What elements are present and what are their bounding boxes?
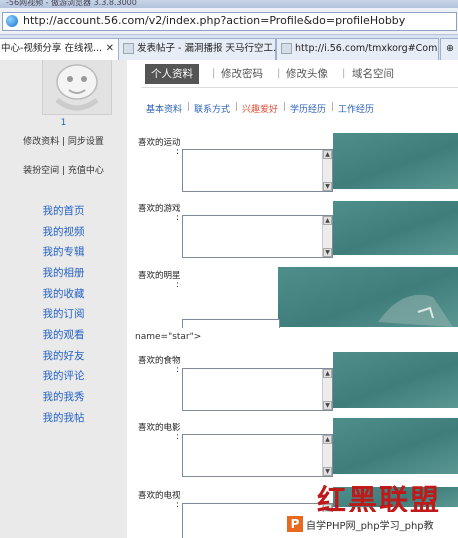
scrollbar[interactable]: ▲ ▼ xyxy=(322,216,332,257)
url-input[interactable]: http://account.56.com/v2/index.php?actio… xyxy=(2,12,457,31)
food-textarea[interactable]: ▲ ▼ xyxy=(182,368,333,411)
sidebar-item-albums[interactable]: 我的专辑 xyxy=(0,244,127,259)
field-colon: : xyxy=(176,213,180,223)
subtab-hobbies[interactable]: 兴趣爱好 xyxy=(242,102,278,115)
sidebar-item-friends[interactable]: 我的好友 xyxy=(0,348,127,363)
tab-label: 中心-视频分享 在线视... xyxy=(1,43,103,54)
sidebar-links-row1[interactable]: 修改资料 | 同步设置 xyxy=(0,135,127,149)
scroll-up-icon[interactable]: ▲ xyxy=(323,150,332,159)
tab-password[interactable]: 修改密码 xyxy=(221,64,263,84)
sidebar-item-subscriptions[interactable]: 我的订阅 xyxy=(0,306,127,321)
new-tab-icon: ⊕ xyxy=(446,43,454,54)
sports-textarea[interactable]: ▲ ▼ xyxy=(182,149,333,192)
field-label-games: 喜欢的游戏 xyxy=(138,204,181,214)
page-icon xyxy=(123,43,134,54)
broken-image-overlay xyxy=(278,267,458,327)
subtab-separator: | xyxy=(331,102,335,112)
sidebar-item-comments[interactable]: 我的评论 xyxy=(0,368,127,383)
browser-tab[interactable]: http://i.56.com/tmxkorg#Commen... xyxy=(276,38,439,60)
image-detail-icon xyxy=(378,294,453,327)
sidebar-links-row2[interactable]: 装扮空间 | 充值中心 xyxy=(0,164,127,178)
image-overlay xyxy=(333,418,458,474)
scroll-down-icon[interactable]: ▼ xyxy=(323,248,332,257)
games-textarea[interactable]: ▲ ▼ xyxy=(182,215,333,258)
image-overlay xyxy=(333,133,458,189)
scrollbar[interactable]: ▲ ▼ xyxy=(322,369,332,410)
avatar[interactable] xyxy=(42,60,112,115)
scroll-up-icon[interactable]: ▲ xyxy=(323,369,332,378)
field-label-stars: 喜欢的明星 xyxy=(138,271,181,281)
sidebar: 1 修改资料 | 同步设置 装扮空间 | 充值中心 我的首页 我的视频 我的专辑… xyxy=(0,60,127,538)
new-tab-button[interactable]: ⊕ xyxy=(440,38,458,60)
tab-label: http://i.56.com/tmxkorg#Commen... xyxy=(295,43,438,54)
url-text[interactable]: http://account.56.com/v2/index.php?actio… xyxy=(23,14,405,27)
scroll-down-icon[interactable]: ▼ xyxy=(323,467,332,476)
browser-tab[interactable]: 发表帖子 - 漏洞播报 天马行空工... xyxy=(118,38,276,60)
window-titlebar: -56网视频 - 傲游浏览器 3.3.8.3000 xyxy=(0,0,458,8)
subtab-separator: | xyxy=(187,102,191,112)
scroll-down-icon[interactable]: ▼ xyxy=(323,401,332,410)
sidebar-item-favorites[interactable]: 我的收藏 xyxy=(0,286,127,301)
tab-label: 发表帖子 - 漏洞播报 天马行空工... xyxy=(137,43,276,54)
tab-separator: | xyxy=(277,68,281,79)
page-icon xyxy=(281,43,292,54)
subtab-separator: | xyxy=(283,102,287,112)
field-label-sports: 喜欢的运动 xyxy=(138,138,181,148)
scroll-down-icon[interactable]: ▼ xyxy=(323,182,332,191)
field-colon: : xyxy=(176,432,180,442)
avatar-face-icon xyxy=(55,64,99,111)
field-label-tv: 喜欢的电视 xyxy=(138,491,181,501)
field-label-food: 喜欢的食物 xyxy=(138,356,181,366)
sidebar-item-watched[interactable]: 我的观看 xyxy=(0,327,127,342)
subtab-work[interactable]: 工作经历 xyxy=(338,102,374,115)
sidebar-item-posts[interactable]: 我的我帖 xyxy=(0,410,127,425)
tab-domain[interactable]: 域名空间 xyxy=(352,64,394,84)
scrollbar[interactable]: ▲ ▼ xyxy=(322,435,332,476)
watermark-text: 自学PHP网_php学习_php教 xyxy=(306,521,434,532)
address-bar: http://account.56.com/v2/index.php?actio… xyxy=(0,8,458,35)
php-logo-icon: P xyxy=(287,516,303,532)
image-overlay xyxy=(333,352,458,408)
tab-profile[interactable]: 个人资料 xyxy=(145,64,199,84)
leaked-html-text: name="star"> xyxy=(135,332,202,342)
sidebar-item-show[interactable]: 我的我秀 xyxy=(0,389,127,404)
main-content: 个人资料 | 修改密码 | 修改头像 | 域名空间 基本资料 | 联系方式 | … xyxy=(127,60,458,538)
subtab-separator: | xyxy=(235,102,239,112)
ie-globe-icon xyxy=(6,15,18,27)
subtab-basic[interactable]: 基本资料 xyxy=(146,102,182,115)
field-colon: : xyxy=(176,280,180,290)
tab-avatar[interactable]: 修改头像 xyxy=(286,64,328,84)
scroll-up-icon[interactable]: ▲ xyxy=(323,435,332,444)
window-title: -56网视频 - 傲游浏览器 3.3.8.3000 xyxy=(6,0,137,7)
subtab-education[interactable]: 学历经历 xyxy=(290,102,326,115)
stars-textarea[interactable] xyxy=(182,319,280,328)
tab-separator: | xyxy=(212,68,216,79)
sidebar-item-home[interactable]: 我的首页 xyxy=(0,203,127,218)
watermark-banner: P 自学PHP网_php学习_php教 xyxy=(284,512,458,538)
field-colon: : xyxy=(176,365,180,375)
user-id[interactable]: 1 xyxy=(0,116,127,130)
scrollbar[interactable]: ▲ ▼ xyxy=(322,150,332,191)
field-label-movies: 喜欢的电影 xyxy=(138,423,181,433)
movies-textarea[interactable]: ▲ ▼ xyxy=(182,434,333,477)
sidebar-item-photos[interactable]: 我的相册 xyxy=(0,265,127,280)
subtab-contact[interactable]: 联系方式 xyxy=(194,102,230,115)
sidebar-item-videos[interactable]: 我的视频 xyxy=(0,224,127,239)
browser-tab-bar: 中心-视频分享 在线视... ✕ 发表帖子 - 漏洞播报 天马行空工... ht… xyxy=(0,35,458,61)
field-colon: : xyxy=(176,500,180,510)
browser-tab-active[interactable]: 中心-视频分享 在线视... ✕ xyxy=(0,38,119,61)
close-icon[interactable]: ✕ xyxy=(106,39,114,59)
image-overlay xyxy=(333,201,458,255)
tab-divider xyxy=(141,87,458,88)
field-colon: : xyxy=(176,147,180,157)
scroll-up-icon[interactable]: ▲ xyxy=(323,216,332,225)
tab-separator: | xyxy=(342,68,346,79)
